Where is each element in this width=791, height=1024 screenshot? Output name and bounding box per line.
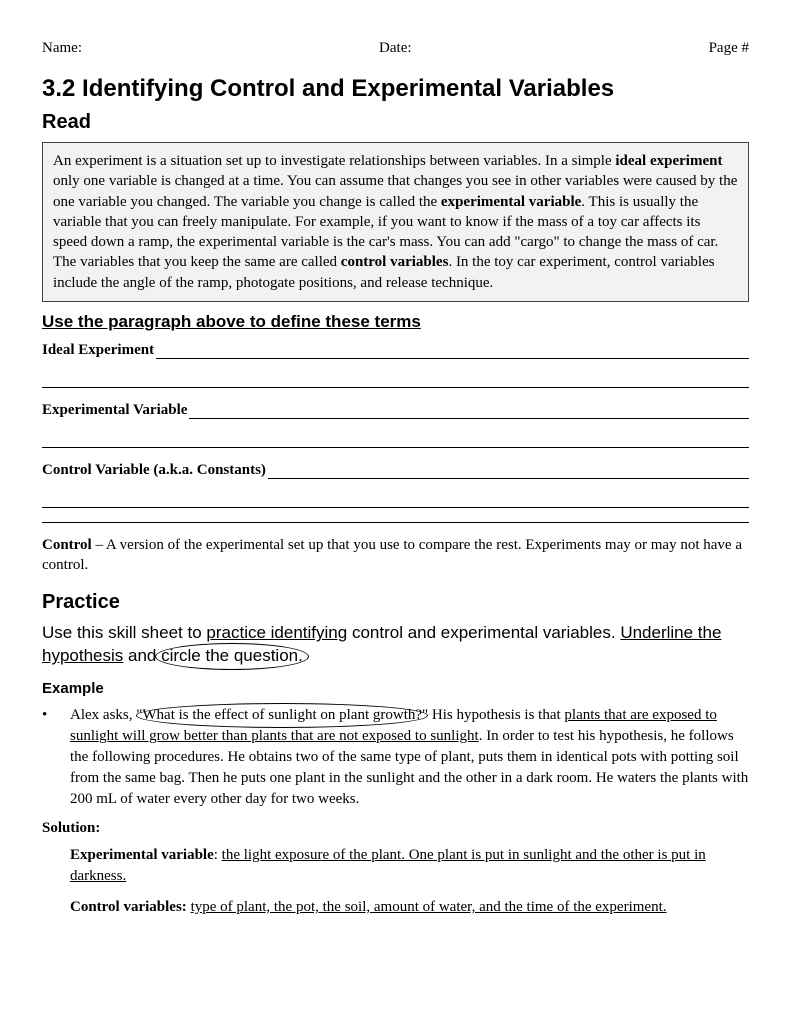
sol1-rest: :	[214, 847, 222, 863]
read-ctrlvar-bold: control variables	[341, 254, 449, 270]
instr-circle: circle the question.	[161, 645, 303, 668]
header-page: Page #	[709, 40, 749, 57]
define-heading: Use the paragraph above to define these …	[42, 312, 749, 332]
term3-label: Control Variable (a.k.a. Constants)	[42, 462, 266, 479]
control-definition: Control – A version of the experimental …	[42, 535, 749, 576]
header-date: Date:	[379, 40, 411, 57]
ex-question-circled: What is the effect of sunlight on plant …	[142, 705, 422, 726]
header-name: Name:	[42, 40, 82, 57]
term1-blank[interactable]	[156, 344, 749, 359]
read-heading: Read	[42, 111, 749, 134]
sol2-bold: Control variables:	[70, 899, 187, 915]
practice-instructions: Use this skill sheet to practice identif…	[42, 622, 749, 668]
instr-u1: practice identifying	[206, 623, 347, 642]
term2-label: Experimental Variable	[42, 402, 187, 419]
control-def-bold: Control	[42, 537, 92, 553]
instr-a: Use this skill sheet to	[42, 623, 206, 642]
example-bullet: • Alex asks, "What is the effect of sunl…	[42, 705, 749, 810]
instr-b: control and experimental variables.	[347, 623, 620, 642]
solution-ctrl-var: Control variables: type of plant, the po…	[70, 897, 749, 918]
term-ideal-experiment: Ideal Experiment	[42, 342, 749, 359]
solution-heading: Solution:	[42, 820, 749, 837]
ex-a: Alex asks, "	[70, 707, 142, 723]
read-expvar-bold: experimental variable	[441, 194, 581, 210]
term2-blank-line2[interactable]	[42, 433, 749, 448]
instr-c: and	[123, 646, 161, 665]
page-header: Name: Date: Page #	[42, 40, 749, 57]
example-text: Alex asks, "What is the effect of sunlig…	[70, 705, 749, 810]
term1-label: Ideal Experiment	[42, 342, 154, 359]
document-title: 3.2 Identifying Control and Experimental…	[42, 75, 749, 103]
read-ideal-bold: ideal experiment	[615, 153, 722, 169]
example-heading: Example	[42, 680, 749, 697]
term3-blank-line2[interactable]	[42, 493, 749, 508]
solution-exp-var: Experimental variable: the light exposur…	[70, 845, 749, 887]
ex-b: " His hypothesis is that	[422, 707, 564, 723]
term3-blank[interactable]	[268, 464, 749, 479]
term1-blank-line2[interactable]	[42, 373, 749, 388]
term-experimental-variable: Experimental Variable	[42, 402, 749, 419]
term2-blank[interactable]	[189, 404, 749, 419]
divider	[42, 522, 749, 523]
practice-heading: Practice	[42, 591, 749, 614]
sol1-bold: Experimental variable	[70, 847, 214, 863]
control-def-rest: – A version of the experimental set up t…	[42, 537, 742, 573]
solution-body: Experimental variable: the light exposur…	[70, 845, 749, 918]
read-paragraph: An experiment is a situation set up to i…	[42, 142, 749, 302]
sol2-underline: type of plant, the pot, the soil, amount…	[191, 899, 667, 915]
term-control-variable: Control Variable (a.k.a. Constants)	[42, 462, 749, 479]
read-text-a: An experiment is a situation set up to i…	[53, 153, 615, 169]
bullet-marker: •	[42, 705, 70, 810]
